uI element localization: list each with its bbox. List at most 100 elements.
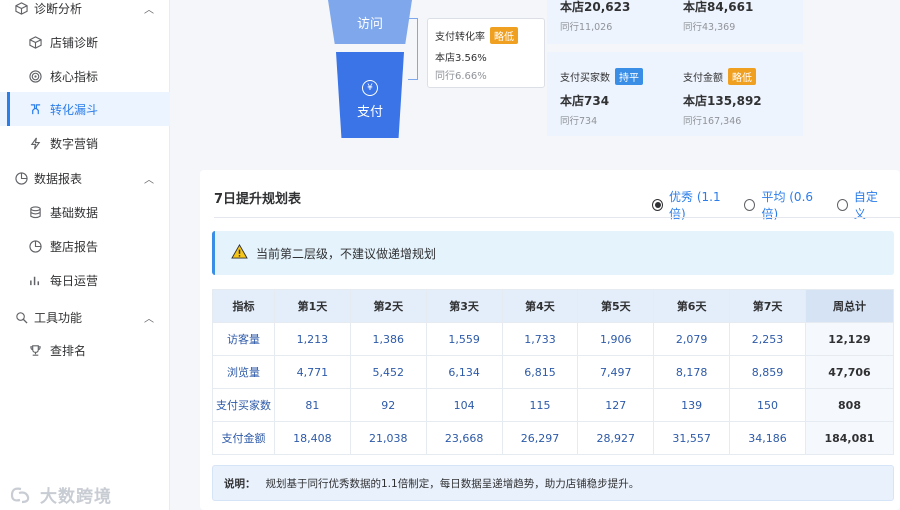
radio-dot[interactable] xyxy=(836,199,848,211)
buyers-peer-value: 同行734 xyxy=(560,116,598,127)
buyers-stat: 支付买家数 持平 本店734 同行734 xyxy=(560,68,643,127)
buyers-status-badge: 持平 xyxy=(615,68,643,85)
conversion-funnel-panel: 访问 ¥ 支付 支付转化率 略低 本店3.56% 同行6.66% 本店20,62… xyxy=(170,0,900,150)
sidebar-item-store-diagnosis[interactable]: 店铺诊断 xyxy=(0,25,170,59)
views-peer-value: 同行43,369 xyxy=(683,22,736,33)
sidebar-item-label: 核心指标 xyxy=(50,69,99,84)
table-cell: 1,559 xyxy=(425,322,503,356)
table-row: 访客量 1,213 1,386 1,559 1,733 1,906 2,079 2,253 12… xyxy=(212,322,894,356)
table-cell: 4,771 xyxy=(274,355,351,389)
column-header: 周总计 xyxy=(805,289,894,323)
table-cell: 92 xyxy=(349,388,427,422)
plan-note: 说明： 规划基于同行优秀数据的1.1倍制定，每日数据呈递增趋势，助力店铺稳步提升… xyxy=(212,465,894,501)
column-header: 第6天 xyxy=(653,289,731,323)
buyers-title: 支付买家数 xyxy=(560,73,610,84)
column-header: 指标 xyxy=(212,289,275,323)
sidebar-item-label: 每日运营 xyxy=(50,273,99,288)
main-content: 访问 ¥ 支付 支付转化率 略低 本店3.56% 同行6.66% 本店20,62… xyxy=(170,0,900,510)
plan-title: 7日提升规划表 xyxy=(214,192,302,207)
amount-store-value: 本店135,892 xyxy=(683,94,762,108)
watermark-logo: 大数跨境 xyxy=(8,482,112,507)
sidebar-group-reports[interactable]: 数据报表 ︿ xyxy=(0,161,170,195)
table-cell: 184,081 xyxy=(805,421,894,455)
sidebar-item-core-metrics[interactable]: 核心指标 xyxy=(0,59,170,93)
lightning-icon xyxy=(28,136,42,150)
warning-alert: 当前第二层级，不建议做递增规划 xyxy=(212,231,894,275)
table-row: 浏览量 4,771 5,452 6,134 6,815 7,497 8,178 8,859 47… xyxy=(212,355,894,389)
search-icon xyxy=(14,310,28,324)
column-header: 第2天 xyxy=(349,289,427,323)
sidebar-item-digital-marketing[interactable]: 数字营销 xyxy=(0,126,170,160)
table-cell: 8,178 xyxy=(653,355,731,389)
amount-status-badge: 略低 xyxy=(728,68,756,85)
radio-dot[interactable] xyxy=(652,199,663,211)
conversion-status-badge: 略低 xyxy=(490,27,518,44)
sidebar-group-diagnosis[interactable]: 诊断分析 ︿ xyxy=(0,0,170,25)
sidebar-item-rank-lookup[interactable]: 查排名 xyxy=(0,333,170,367)
table-cell: 28,927 xyxy=(577,421,655,455)
table-cell: 104 xyxy=(425,388,503,422)
buyers-store-value: 本店734 xyxy=(560,94,610,108)
views-store-value: 本店84,661 xyxy=(683,0,754,14)
divider xyxy=(214,217,900,218)
sidebar-group-tools[interactable]: 工具功能 ︿ xyxy=(0,300,170,334)
row-label: 支付金额 xyxy=(212,421,275,455)
sidebar: 诊断分析 ︿ 店铺诊断 核心指标 转化漏斗 数字营销 数据报表 ︿ 基础数据 整… xyxy=(0,0,170,510)
table-row: 支付金额 18,408 21,038 23,668 26,297 28,927 31,557… xyxy=(212,421,894,455)
funnel-icon xyxy=(28,102,42,116)
warning-icon xyxy=(231,243,248,262)
conversion-store-value: 本店3.56% xyxy=(435,53,487,64)
table-cell: 6,815 xyxy=(501,355,579,389)
table-cell: 2,253 xyxy=(729,322,806,356)
logo-icon xyxy=(8,485,34,505)
note-text: 规划基于同行优秀数据的1.1倍制定，每日数据呈递增趋势，助力店铺稳步提升。 xyxy=(265,477,640,490)
amount-stat: 支付金额 略低 本店135,892 同行167,346 xyxy=(683,68,762,127)
sidebar-item-daily-operations[interactable]: 每日运营 xyxy=(0,263,170,297)
table-cell: 1,733 xyxy=(501,322,579,356)
table-cell: 139 xyxy=(653,388,731,422)
table-cell: 8,859 xyxy=(729,355,806,389)
table-cell: 12,129 xyxy=(805,322,894,356)
conversion-title: 支付转化率 xyxy=(435,32,485,43)
target-icon xyxy=(28,69,42,83)
cube-icon xyxy=(14,1,28,15)
sidebar-group-label: 诊断分析 xyxy=(34,1,83,16)
table-cell: 18,408 xyxy=(274,421,351,455)
table-cell: 1,906 xyxy=(577,322,655,356)
table-cell: 23,668 xyxy=(425,421,503,455)
table-cell: 81 xyxy=(274,388,351,422)
funnel-visit-segment: 访问 xyxy=(328,0,412,44)
sidebar-item-label: 数字营销 xyxy=(50,136,99,151)
table-cell: 31,557 xyxy=(653,421,731,455)
table-cell: 2,079 xyxy=(653,322,731,356)
sidebar-item-label: 转化漏斗 xyxy=(50,102,99,117)
radio-dot[interactable] xyxy=(744,199,756,211)
alert-text: 当前第二层级，不建议做递增规划 xyxy=(256,246,437,261)
table-cell: 21,038 xyxy=(349,421,427,455)
table-cell: 127 xyxy=(577,388,655,422)
sidebar-item-basic-data[interactable]: 基础数据 xyxy=(0,195,170,229)
table-cell: 1,386 xyxy=(349,322,427,356)
funnel-connector xyxy=(408,18,418,80)
improvement-plan-card: 7日提升规划表 优秀 (1.1倍) 平均 (0.6倍) 自定义 当前第二层级，不… xyxy=(200,170,900,510)
yen-icon: ¥ xyxy=(362,80,378,96)
table-cell: 47,706 xyxy=(805,355,894,389)
chevron-up-icon: ︿ xyxy=(144,4,154,16)
funnel-pay-segment: ¥ 支付 xyxy=(336,52,404,138)
amount-title: 支付金额 xyxy=(683,73,723,84)
visitors-stat: 本店20,623 同行11,026 xyxy=(560,0,630,33)
conversion-peer-value: 同行6.66% xyxy=(435,71,487,82)
note-label: 说明： xyxy=(224,477,256,490)
sidebar-item-store-report[interactable]: 整店报告 xyxy=(0,229,170,263)
chevron-up-icon: ︿ xyxy=(144,174,154,186)
conversion-rate-box: 支付转化率 略低 本店3.56% 同行6.66% xyxy=(427,18,545,88)
visitors-peer-value: 同行11,026 xyxy=(560,22,613,33)
sidebar-item-label: 查排名 xyxy=(50,343,87,358)
views-stat: 本店84,661 同行43,369 xyxy=(683,0,753,33)
sidebar-item-conversion-funnel[interactable]: 转化漏斗 xyxy=(0,92,170,126)
chevron-up-icon: ︿ xyxy=(144,313,154,325)
funnel-pay-label: 支付 xyxy=(356,105,383,120)
table-header-row: 指标 第1天 第2天 第3天 第4天 第5天 第6天 第7天 周总计 xyxy=(212,289,894,323)
bar-chart-icon xyxy=(28,273,42,287)
visitors-store-value: 本店20,623 xyxy=(560,0,631,14)
